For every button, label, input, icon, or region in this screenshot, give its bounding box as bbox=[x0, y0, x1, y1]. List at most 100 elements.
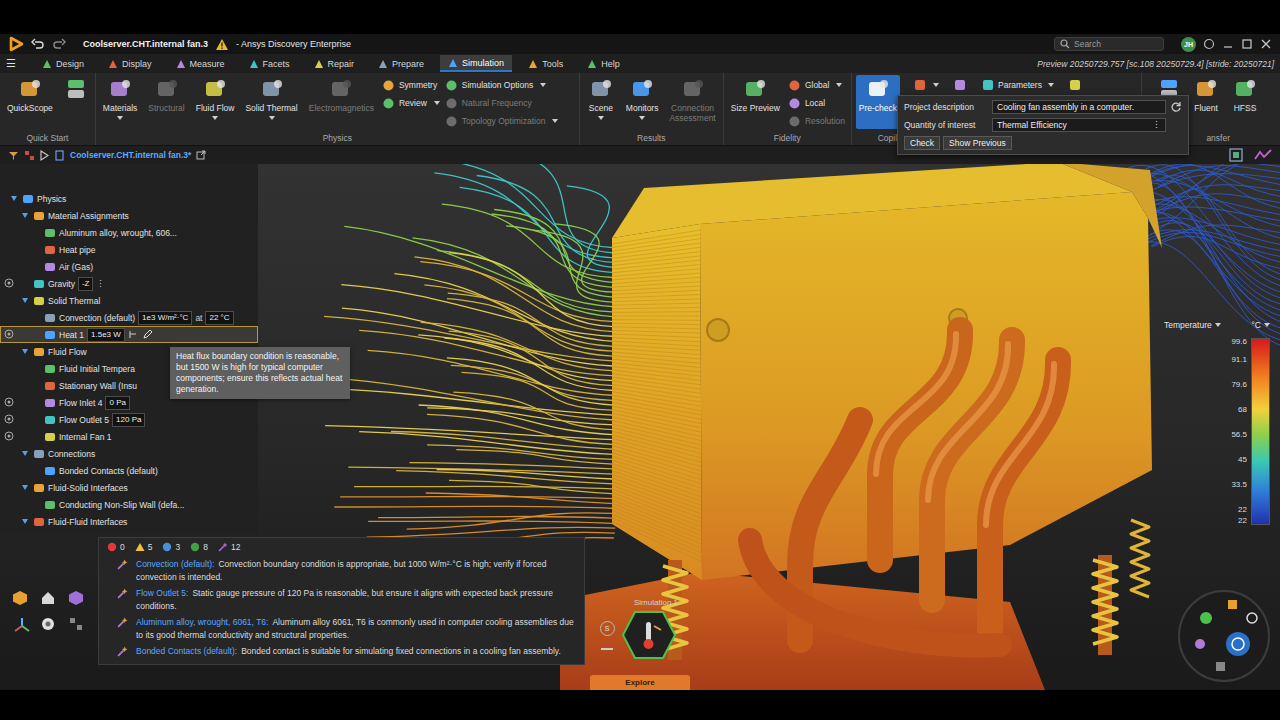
ribbon-tab[interactable]: Display bbox=[100, 55, 160, 72]
tree-value-field[interactable]: 0 Pa bbox=[105, 396, 129, 410]
user-avatar[interactable]: JH bbox=[1181, 37, 1196, 52]
message-counter[interactable]: 5 bbox=[135, 542, 153, 552]
tree-row[interactable]: Fluid-Fluid Interfaces bbox=[0, 513, 258, 530]
expand-arrow[interactable] bbox=[19, 448, 30, 459]
message-source-link[interactable]: Flow Outlet 5: bbox=[136, 588, 188, 598]
expand-arrow[interactable] bbox=[19, 346, 30, 357]
visibility-toggle-icon[interactable] bbox=[4, 397, 14, 407]
discovery-logo-icon[interactable] bbox=[8, 36, 24, 52]
visibility-toggle-icon[interactable] bbox=[4, 431, 14, 441]
view-grid-icon[interactable] bbox=[1228, 147, 1244, 163]
tree-value-field[interactable]: 1.5e3 W bbox=[87, 328, 125, 342]
ribbon-button[interactable]: Pre-check bbox=[856, 75, 900, 129]
toolbar-button[interactable] bbox=[953, 78, 967, 92]
tree-row[interactable]: Air (Gas) bbox=[0, 258, 258, 275]
message-item[interactable]: Convection (default):Convection boundary… bbox=[107, 558, 576, 584]
warning-icon[interactable] bbox=[215, 38, 229, 51]
box-icon[interactable] bbox=[68, 590, 84, 606]
redo-icon[interactable] bbox=[52, 37, 66, 51]
ribbon-small-button[interactable]: Simulation Options bbox=[445, 77, 559, 93]
tree-row[interactable]: Convection (default)1e3 W/m²·°Cat22 °C bbox=[0, 309, 258, 326]
legend-unit[interactable]: °C bbox=[1251, 320, 1270, 330]
visibility-toggle-icon[interactable] bbox=[4, 278, 14, 288]
tree-row[interactable]: Physics bbox=[0, 190, 258, 207]
minimize-icon[interactable] bbox=[1222, 38, 1234, 50]
main-menu-button[interactable]: ☰ bbox=[6, 57, 16, 70]
toolbar-button[interactable] bbox=[1068, 78, 1082, 92]
ribbon-tab[interactable]: Tools bbox=[520, 55, 571, 72]
ribbon-small-button[interactable]: Local bbox=[788, 95, 845, 111]
notifications-icon[interactable] bbox=[1203, 38, 1215, 50]
tree-row[interactable]: Aluminum alloy, wrought, 606... bbox=[0, 224, 258, 241]
ribbon-button[interactable]: Fluent bbox=[1189, 75, 1223, 116]
expand-arrow[interactable] bbox=[19, 516, 30, 527]
expand-arrow[interactable] bbox=[19, 210, 30, 221]
precheck-field[interactable]: Thermal Efficiency⋮ bbox=[992, 118, 1166, 132]
ribbon-tab[interactable]: Facets bbox=[241, 55, 298, 72]
filter-icon[interactable] bbox=[8, 150, 19, 161]
tree-row[interactable]: Flow Outlet 5120 Pa bbox=[0, 411, 258, 428]
ribbon-small-button[interactable]: Symmetry bbox=[382, 77, 440, 93]
axis-triad-icon[interactable] bbox=[12, 616, 32, 636]
home-icon[interactable] bbox=[40, 590, 56, 606]
ribbon-button[interactable]: Size Preview bbox=[728, 75, 783, 116]
simulation-hexagon-icon[interactable] bbox=[621, 610, 677, 660]
chart-icon[interactable] bbox=[1254, 147, 1272, 163]
tree-row[interactable]: Connections bbox=[0, 445, 258, 462]
branch-icon[interactable] bbox=[128, 329, 139, 340]
edit-icon[interactable] bbox=[142, 329, 153, 340]
tree-row[interactable]: Fluid-Solid Interfaces bbox=[0, 479, 258, 496]
ribbon-small-button[interactable]: Global bbox=[788, 77, 845, 93]
search-field[interactable]: Search bbox=[1054, 37, 1164, 51]
ribbon-button[interactable]: Structural bbox=[145, 75, 187, 116]
tree-row[interactable]: Heat pipe bbox=[0, 241, 258, 258]
message-counter[interactable]: 0 bbox=[107, 542, 125, 552]
ribbon-icon-button[interactable] bbox=[61, 75, 91, 103]
tree-row[interactable]: Bonded Contacts (default) bbox=[0, 462, 258, 479]
ribbon-button[interactable]: Connection Assessment bbox=[666, 75, 718, 126]
ribbon-button[interactable]: Scene bbox=[584, 75, 618, 123]
structure-icon[interactable] bbox=[24, 150, 35, 161]
ribbon-small-button[interactable]: Review bbox=[382, 95, 440, 111]
field-menu-button[interactable]: ⋮ bbox=[1152, 120, 1161, 130]
visibility-toggle-icon[interactable] bbox=[4, 329, 14, 339]
ribbon-button[interactable]: Fluid Flow bbox=[193, 75, 238, 123]
expand-arrow[interactable] bbox=[19, 295, 30, 306]
explore-tab[interactable]: Explore bbox=[590, 675, 690, 690]
visibility-toggle-icon[interactable] bbox=[4, 414, 14, 424]
message-source-link[interactable]: Convection (default): bbox=[136, 559, 214, 569]
simulation-badge[interactable]: S bbox=[600, 621, 615, 636]
ribbon-tab[interactable]: Repair bbox=[306, 55, 363, 72]
open-external-icon[interactable] bbox=[196, 150, 206, 160]
message-item[interactable]: Aluminum alloy, wrought, 6061, T6:Alumin… bbox=[107, 616, 576, 642]
message-counter[interactable]: 12 bbox=[218, 542, 240, 552]
tree-row[interactable]: Internal Fan 1 bbox=[0, 428, 258, 445]
ribbon-button[interactable]: Solid Thermal bbox=[242, 75, 300, 123]
ribbon-tab[interactable]: Prepare bbox=[370, 55, 432, 72]
tree-value-field[interactable]: 1e3 W/m²·°C bbox=[138, 311, 192, 325]
ribbon-button[interactable]: HFSS bbox=[1228, 75, 1262, 116]
ribbon-small-button[interactable]: Topology Optimization bbox=[445, 113, 559, 129]
ribbon-button[interactable]: QuickScope bbox=[4, 75, 56, 116]
undo-icon[interactable] bbox=[31, 37, 45, 51]
navigation-wheel-icon[interactable] bbox=[1176, 588, 1272, 684]
ribbon-small-button[interactable]: Natural Frequency bbox=[445, 95, 559, 111]
expand-arrow[interactable] bbox=[8, 193, 19, 204]
ribbon-button[interactable]: Materials bbox=[100, 75, 140, 123]
ball-icon[interactable] bbox=[40, 616, 56, 632]
tree-row[interactable]: Conducting Non-Slip Wall (defa... bbox=[0, 496, 258, 513]
message-counter[interactable]: 8 bbox=[190, 542, 208, 552]
message-source-link[interactable]: Bonded Contacts (default): bbox=[136, 646, 237, 656]
maximize-icon[interactable] bbox=[1241, 38, 1253, 50]
legend-quantity[interactable]: Temperature bbox=[1164, 320, 1221, 330]
tree-value-field[interactable]: 120 Pa bbox=[112, 413, 145, 427]
expand-arrow[interactable] bbox=[19, 482, 30, 493]
ribbon-button[interactable]: Monitors bbox=[623, 75, 662, 123]
tree-value-field[interactable]: -Z bbox=[78, 277, 94, 291]
message-source-link[interactable]: Aluminum alloy, wrought, 6061, T6: bbox=[136, 617, 268, 627]
precheck-button[interactable]: Show Previous bbox=[943, 136, 1012, 150]
tree-row[interactable]: Heat 11.5e3 W bbox=[0, 326, 258, 343]
tree-row[interactable]: Material Assignments bbox=[0, 207, 258, 224]
play-icon[interactable] bbox=[40, 150, 49, 161]
tree-row[interactable]: Solid Thermal bbox=[0, 292, 258, 309]
